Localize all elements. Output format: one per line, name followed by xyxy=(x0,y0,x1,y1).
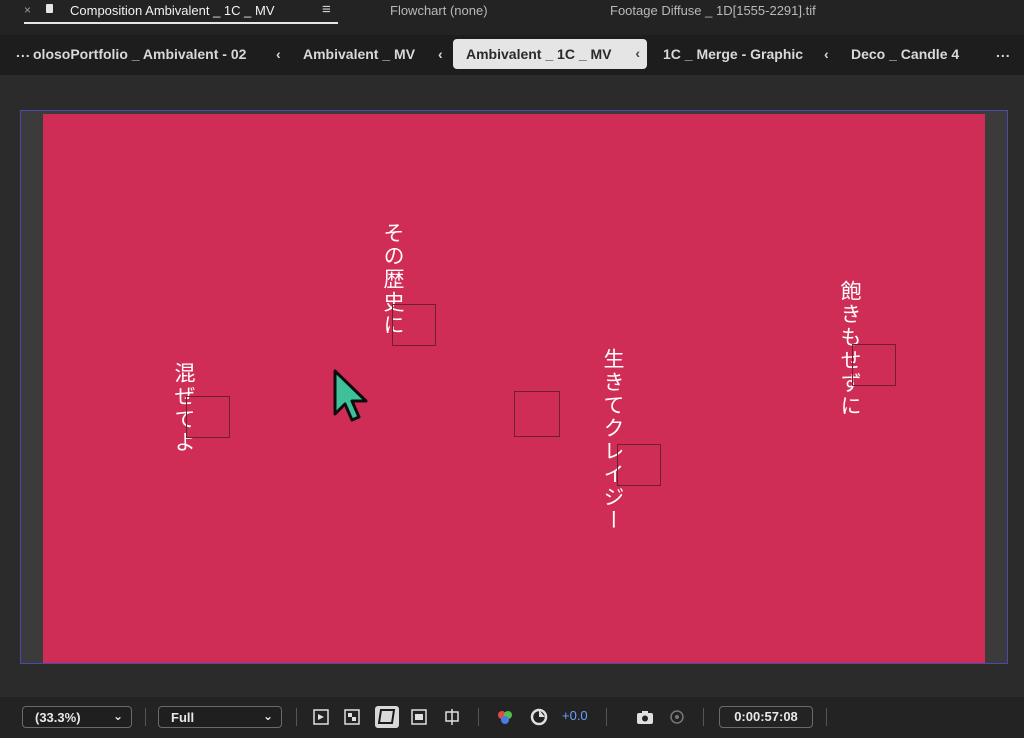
layer-anchor-box xyxy=(186,396,230,438)
panel-tab-bar: × Composition Ambivalent _ 1C _ MV ≡ Flo… xyxy=(0,0,1024,28)
reset-exposure-icon[interactable] xyxy=(530,708,548,726)
breadcrumb-item[interactable]: Deco _ Candle 4 xyxy=(851,46,959,62)
composition-viewer[interactable]: その歴史に 混ぜてよ 生きてクレイジー 飽きもせずに xyxy=(0,75,1024,697)
magnification-dropdown[interactable]: (33.3%) ⌄ xyxy=(22,706,132,728)
close-panel-icon[interactable]: × xyxy=(24,3,31,17)
composition-navigator: ... olosoPortfolio _ Ambivalent - 02 ‹ A… xyxy=(0,35,1024,75)
layer-anchor-box xyxy=(392,304,436,346)
chevron-left-icon: ‹ xyxy=(438,46,443,62)
mouse-cursor-icon xyxy=(333,369,368,422)
layer-anchor-box xyxy=(852,344,896,386)
tab-footage[interactable]: Footage Diffuse _ 1D[1555-2291].tif xyxy=(610,3,816,18)
fast-previews-icon[interactable] xyxy=(312,708,330,726)
toolbar-divider xyxy=(296,708,297,726)
magnification-value: (33.3%) xyxy=(35,710,81,725)
breadcrumb-item[interactable]: olosoPortfolio _ Ambivalent - 02 xyxy=(33,46,246,62)
tab-composition[interactable]: Composition Ambivalent _ 1C _ MV xyxy=(70,3,274,18)
chevron-left-icon: ‹ xyxy=(635,45,640,61)
toolbar-divider xyxy=(478,708,479,726)
toolbar-divider xyxy=(606,708,607,726)
chevron-left-icon: ‹ xyxy=(824,46,829,62)
lock-icon[interactable] xyxy=(46,4,53,13)
resolution-dropdown[interactable]: Full ⌄ xyxy=(158,706,282,728)
viewer-toolbar: (33.3%) ⌄ Full ⌄ +0.0 0:00:57:08 xyxy=(0,697,1024,738)
breadcrumb-item-active[interactable]: Ambivalent _ 1C _ MV ‹ xyxy=(453,39,647,69)
toolbar-divider xyxy=(703,708,704,726)
grid-guides-icon[interactable] xyxy=(443,708,461,726)
mask-visibility-icon[interactable] xyxy=(375,706,399,728)
lyric-layer[interactable]: 生きてクレイジー xyxy=(600,348,626,532)
tab-flowchart[interactable]: Flowchart (none) xyxy=(390,3,488,18)
breadcrumb-overflow-left[interactable]: ... xyxy=(16,44,31,60)
camera-snapshot-icon[interactable] xyxy=(636,708,654,726)
transparency-grid-icon[interactable] xyxy=(343,708,361,726)
toolbar-divider xyxy=(826,708,827,726)
breadcrumb-active-label: Ambivalent _ 1C _ MV xyxy=(466,46,612,62)
toolbar-divider xyxy=(145,708,146,726)
breadcrumb-item[interactable]: 1C _ Merge - Graphic xyxy=(663,46,803,62)
chevron-down-icon: ⌄ xyxy=(112,709,123,723)
composition-center-box xyxy=(514,391,560,437)
chevron-down-icon: ⌄ xyxy=(262,709,273,723)
channel-rgb-icon[interactable] xyxy=(496,708,514,726)
layer-anchor-box xyxy=(617,444,661,486)
breadcrumb-item[interactable]: Ambivalent _ MV xyxy=(303,46,415,62)
panel-menu-icon[interactable]: ≡ xyxy=(322,1,331,18)
composition-frame[interactable]: その歴史に 混ぜてよ 生きてクレイジー 飽きもせずに xyxy=(43,114,985,663)
current-time-display[interactable]: 0:00:57:08 xyxy=(719,706,813,728)
show-snapshot-icon[interactable] xyxy=(668,708,686,726)
region-of-interest-icon[interactable] xyxy=(410,708,428,726)
exposure-value[interactable]: +0.0 xyxy=(562,708,588,723)
breadcrumb-overflow-right[interactable]: ... xyxy=(996,44,1011,60)
chevron-left-icon: ‹ xyxy=(276,46,281,62)
resolution-value: Full xyxy=(171,710,195,725)
active-tab-indicator xyxy=(24,22,338,24)
